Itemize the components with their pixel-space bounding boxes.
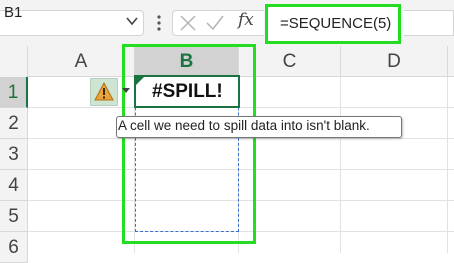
- formula-input-end[interactable]: [404, 10, 454, 36]
- row-header-5[interactable]: 5: [0, 201, 28, 232]
- formula-text: =SEQUENCE(5): [280, 15, 392, 32]
- chevron-down-icon[interactable]: [125, 14, 139, 28]
- row-header-3[interactable]: 3: [0, 139, 28, 170]
- column-header-d[interactable]: D: [341, 46, 448, 77]
- name-box-value: B1: [4, 4, 23, 21]
- row-header-2[interactable]: 2: [0, 108, 28, 139]
- row-header-4[interactable]: 4: [0, 170, 28, 201]
- select-all-corner[interactable]: [0, 46, 28, 77]
- gridline: [447, 77, 448, 253]
- column-header-a[interactable]: A: [28, 46, 135, 77]
- gridline: [340, 77, 341, 253]
- error-tooltip-text: A cell we need to spill data into isn't …: [118, 118, 370, 133]
- insert-function-icon[interactable]: fx: [238, 10, 254, 30]
- row-header-1[interactable]: 1: [0, 77, 28, 108]
- check-icon[interactable]: [205, 14, 225, 32]
- row-header-6[interactable]: 6: [0, 232, 28, 263]
- cancel-icon[interactable]: [179, 14, 197, 32]
- warning-triangle-icon: [94, 82, 114, 101]
- chevron-down-icon[interactable]: [122, 88, 130, 93]
- highlight-box: [122, 44, 256, 244]
- vertical-dots-icon[interactable]: [154, 14, 164, 32]
